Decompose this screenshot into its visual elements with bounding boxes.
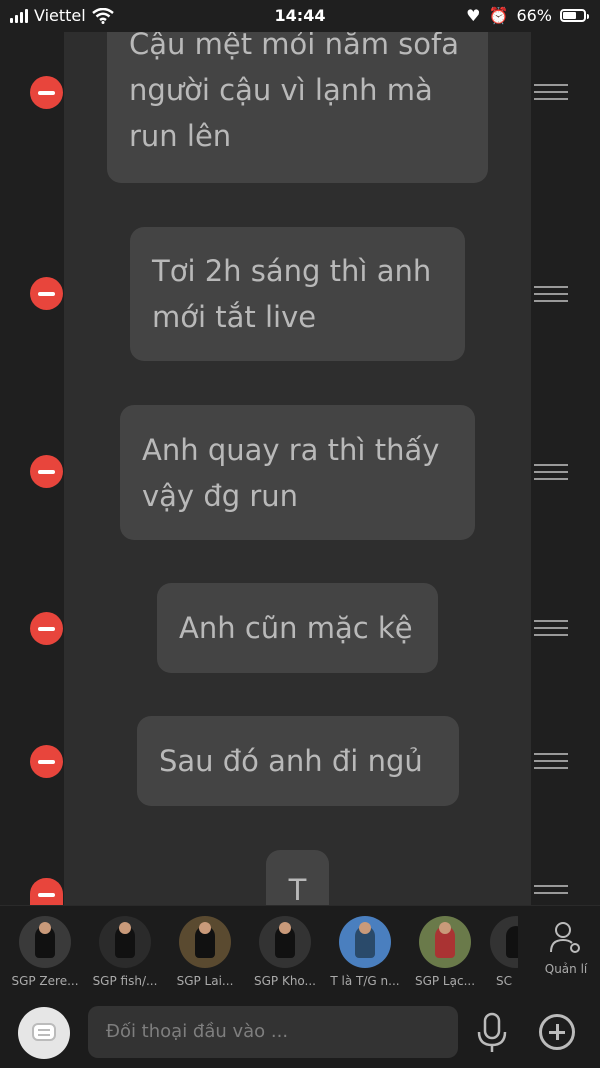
message-text: Cậu mệt mỏi nằm sofa người cậu vì lạnh m… [129,26,460,153]
avatar [19,916,71,968]
avatar [259,916,311,968]
message-text: Tơi 2h sáng thì anh mới tắt live [152,254,432,334]
drag-handle-icon[interactable] [534,620,568,638]
battery-percent: 66% [516,6,552,25]
delete-message-button[interactable] [30,455,63,488]
avatar [99,916,151,968]
delete-message-button[interactable] [30,878,63,905]
message-input[interactable]: Đối thoại đầu vào ... [88,1006,458,1058]
drag-handle-icon[interactable] [534,464,568,482]
contact-name: SGP Kho... [253,974,316,988]
avatar [490,916,518,968]
microphone-icon[interactable] [476,1012,508,1054]
message-text: Anh cũn mặc kệ [179,611,413,645]
message-text: Anh quay ra thì thấy vậy đg run [142,432,440,513]
contact-name: T là T/G n... [330,974,400,988]
contact-name: SGP Lạc... [414,974,476,988]
manage-label: Quản lí [544,962,588,976]
message-bubble[interactable]: Tơi 2h sáng thì anh mới tắt live [130,227,465,361]
status-right: ♥ ⏰ 66% [466,6,589,25]
drag-handle-icon[interactable] [534,885,568,903]
contact-item[interactable]: SGP Zere... [10,916,80,988]
battery-icon [560,9,589,22]
avatar [419,916,471,968]
contact-name: SGP Lai... [176,974,234,988]
drag-handle-icon[interactable] [534,753,568,771]
drag-handle-icon[interactable] [534,286,568,304]
contact-item[interactable]: T là T/G n... [330,916,400,988]
add-button[interactable] [539,1014,575,1050]
delete-message-button[interactable] [30,612,63,645]
contact-item[interactable]: SGP Lạc... [410,916,480,988]
message-bubble[interactable]: Sau đó anh đi ngủ [137,716,459,806]
message-text: Sau đó anh đi ngủ [159,744,423,778]
status-bar: Viettel 14:44 ♥ ⏰ 66% [0,0,600,32]
delete-message-button[interactable] [30,745,63,778]
drag-handle-icon[interactable] [534,84,568,102]
avatar [179,916,231,968]
message-bubble[interactable]: T [266,850,329,905]
message-bubble[interactable]: Cậu mệt mỏi nằm sofa người cậu vì lạnh m… [107,6,488,183]
contact-name: SGP fish/... [92,974,158,988]
contact-item[interactable]: SGP fish/... [90,916,160,988]
message-bubble[interactable]: Anh quay ra thì thấy vậy đg run [120,405,475,540]
message-bubble[interactable]: Anh cũn mặc kệ [157,583,438,673]
chat-bubble-button[interactable] [18,1007,70,1059]
chat-icon [32,1023,56,1041]
delete-message-button[interactable] [30,277,63,310]
message-text: T [288,873,307,905]
contact-name: SC [496,974,512,988]
delete-message-button[interactable] [30,76,63,109]
avatar [339,916,391,968]
contact-item[interactable]: SC [490,916,518,988]
contact-name: SGP Zere... [11,974,79,988]
contact-item[interactable]: SGP Lai... [170,916,240,988]
contact-item[interactable]: SGP Kho... [250,916,320,988]
alarm-icon: ⏰ [488,6,509,25]
heart-icon: ♥ [466,6,481,25]
manage-button[interactable]: Quản lí [540,920,592,976]
user-settings-icon [550,922,580,953]
